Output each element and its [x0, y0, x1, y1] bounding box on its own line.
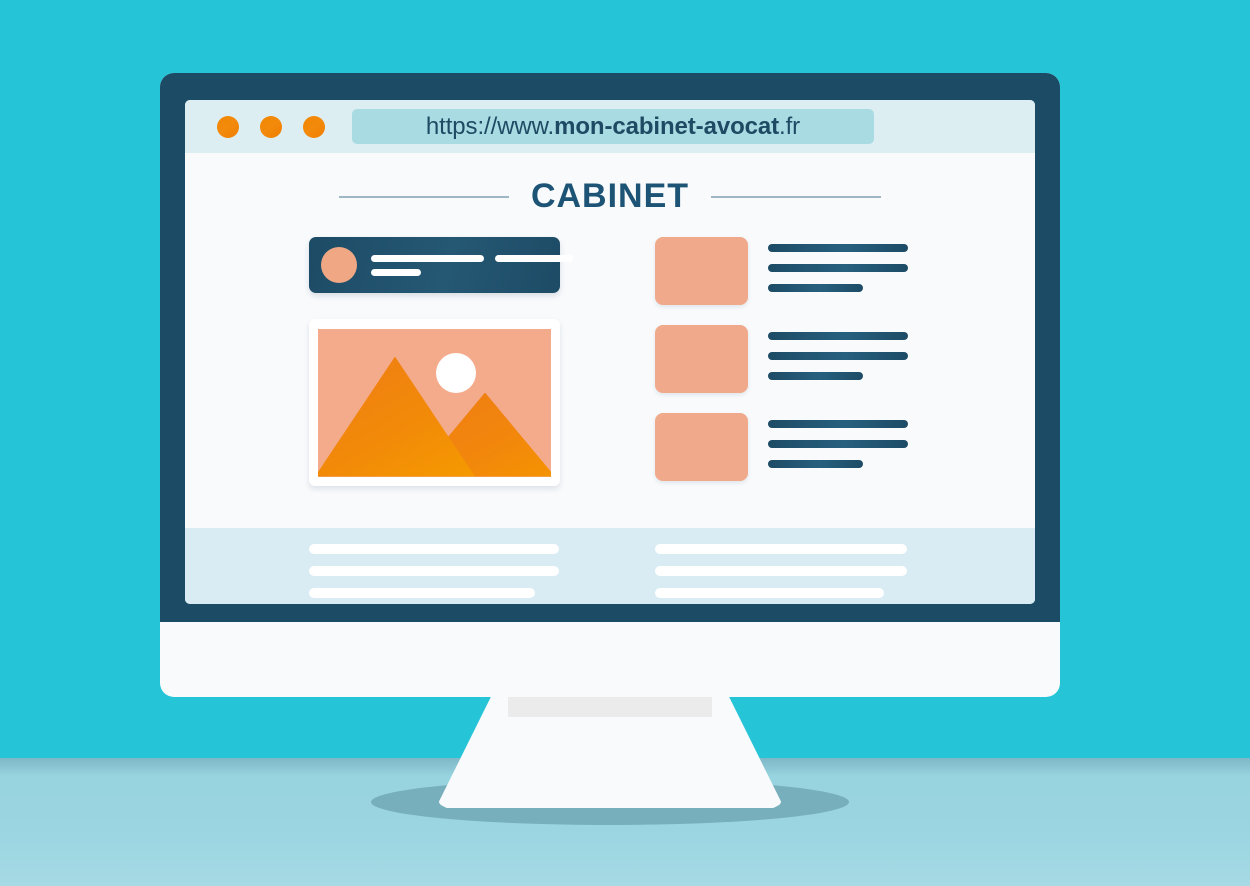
list-item-line [768, 440, 908, 448]
left-column [309, 237, 573, 486]
list-item-thumbnail [655, 237, 748, 305]
list-item-line [768, 264, 908, 272]
image-placeholder-card[interactable] [309, 319, 560, 486]
profile-line [495, 254, 573, 262]
footer-line [655, 544, 907, 554]
list-item-thumbnail [655, 325, 748, 393]
list-item-line [768, 372, 863, 380]
sun-icon [436, 352, 476, 393]
browser-window: https://www.mon-cabinet-avocat.fr CABINE… [185, 100, 1035, 604]
list-item-lines [768, 237, 908, 292]
footer-column-right [655, 544, 907, 598]
footer-line [309, 566, 559, 576]
footer-column-left [309, 544, 559, 598]
page-title: CABINET [530, 177, 690, 215]
close-dot-icon[interactable] [217, 115, 239, 138]
footer-line [309, 588, 535, 598]
list-item-thumbnail [655, 413, 748, 481]
right-column [655, 237, 908, 501]
list-item-line [768, 460, 863, 468]
profile-placeholder-lines [371, 254, 573, 276]
profile-card[interactable] [309, 237, 573, 293]
page-content: CABINET [185, 153, 1035, 528]
url-prefix: https://www. [425, 112, 555, 140]
avatar [321, 247, 357, 283]
illustration-scene: https://www.mon-cabinet-avocat.fr CABINE… [0, 0, 1250, 886]
profile-line [371, 268, 421, 276]
content-columns [185, 237, 1035, 497]
list-item[interactable] [655, 413, 908, 481]
title-rule-right [711, 195, 882, 198]
list-item-line [768, 420, 908, 428]
list-item-line [768, 352, 908, 360]
url-domain: mon-cabinet-avocat [554, 112, 780, 140]
maximize-dot-icon[interactable] [303, 115, 325, 138]
footer-line [655, 566, 907, 576]
page-footer [185, 528, 1035, 604]
profile-line [371, 254, 484, 262]
url-tld: .fr [779, 112, 801, 140]
address-bar-text: https://www.mon-cabinet-avocat.fr [426, 113, 800, 141]
monitor-stand-band [508, 696, 712, 717]
list-item[interactable] [655, 237, 908, 305]
list-item-line [768, 244, 908, 252]
browser-toolbar: https://www.mon-cabinet-avocat.fr [185, 100, 1035, 153]
profile-line-row-1 [371, 254, 573, 262]
list-item-line [768, 332, 908, 340]
footer-line [655, 588, 884, 598]
page-title-row: CABINET [185, 177, 1035, 216]
list-item-lines [768, 325, 908, 380]
list-item-line [768, 284, 863, 292]
list-item[interactable] [655, 325, 908, 393]
window-controls [217, 115, 325, 138]
list-item-lines [768, 413, 908, 468]
profile-line-row-2 [371, 268, 573, 276]
minimize-dot-icon[interactable] [260, 115, 282, 138]
image-placeholder-icon [318, 328, 551, 477]
title-rule-left [338, 195, 509, 198]
address-bar[interactable]: https://www.mon-cabinet-avocat.fr [352, 109, 874, 144]
footer-line [309, 544, 559, 554]
